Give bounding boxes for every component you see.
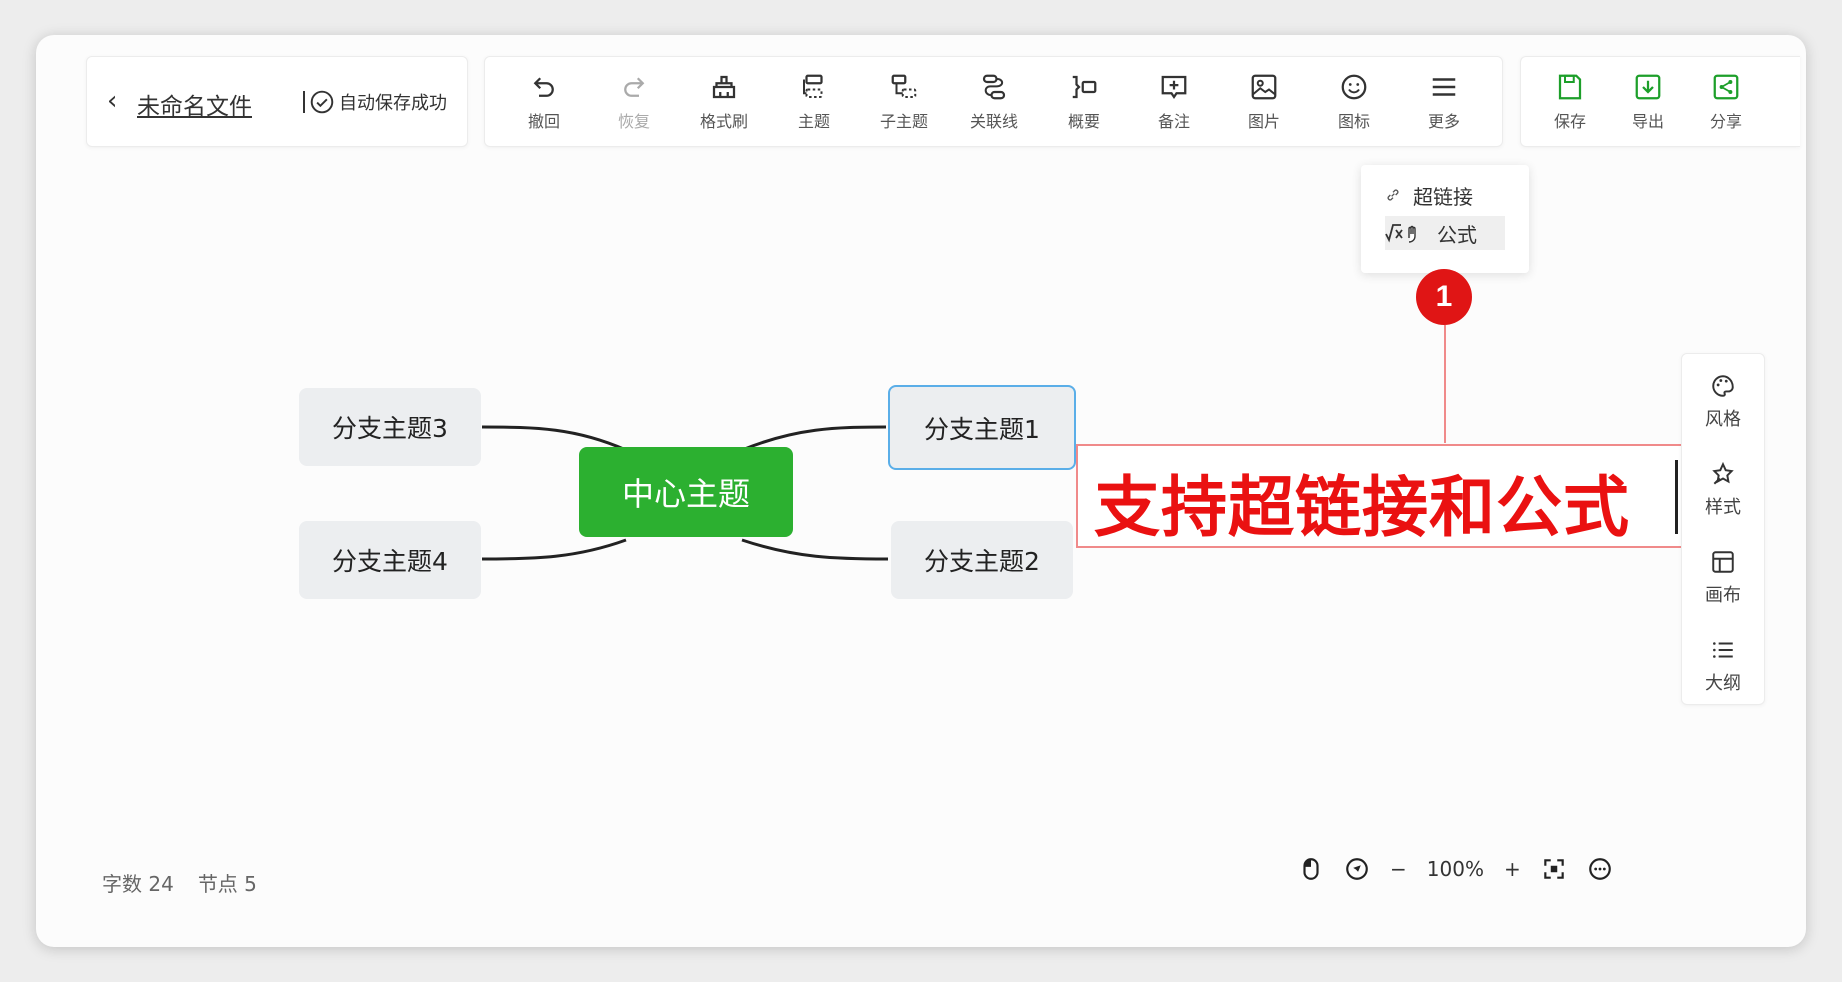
more-horizontal-icon — [1588, 858, 1611, 880]
style-star-icon — [1712, 461, 1734, 485]
central-topic-node[interactable]: 中心主题 — [579, 447, 793, 537]
side-item-label: 样式 — [1705, 497, 1741, 518]
connector-branch-4 — [481, 538, 627, 561]
mouse-icon — [1303, 858, 1319, 880]
word-count-label: 字数 — [102, 872, 142, 896]
app-window: ‹ 未命名文件 自动保存成功 撤回 恢复 格式刷 主题 子主题 关联线 概要 备… — [36, 35, 1806, 947]
side-item-label: 画布 — [1705, 585, 1741, 606]
branch-topic-2[interactable]: 分支主题2 — [891, 521, 1073, 599]
compass-icon — [1346, 858, 1368, 880]
fit-view-button[interactable] — [1541, 856, 1567, 882]
branch-topic-3[interactable]: 分支主题3 — [299, 388, 481, 466]
branch-topic-1[interactable]: 分支主题1 — [888, 385, 1076, 470]
node-count-label: 节点 — [197, 872, 238, 896]
side-item-label: 大纲 — [1705, 673, 1741, 694]
mouse-mode-button[interactable] — [1298, 856, 1324, 882]
list-icon — [1713, 642, 1733, 658]
branch-topic-4[interactable]: 分支主题4 — [299, 521, 481, 599]
side-item-label: 风格 — [1705, 409, 1741, 430]
zoom-toolbar: − 100% + — [1298, 849, 1613, 889]
layout-icon — [1712, 551, 1734, 573]
side-item-theme[interactable]: 风格 — [1682, 362, 1764, 442]
palette-icon — [1712, 375, 1734, 397]
zoom-out-button[interactable]: − — [1390, 857, 1407, 881]
word-count-value: 24 — [148, 872, 174, 896]
more-options-button[interactable] — [1587, 856, 1613, 882]
side-item-outline[interactable]: 大纲 — [1682, 626, 1764, 706]
connector-branch-2 — [741, 538, 889, 561]
node-count: 节点 5 — [198, 868, 257, 897]
side-item-style[interactable]: 样式 — [1682, 450, 1764, 530]
node-count-value: 5 — [244, 872, 257, 896]
side-panel: 风格 样式 画布 大纲 — [1681, 353, 1765, 705]
zoom-in-button[interactable]: + — [1504, 857, 1521, 881]
fit-screen-icon — [1543, 859, 1564, 879]
status-bar: 字数 24 节点 5 — [102, 868, 257, 897]
word-count: 字数 24 — [102, 868, 174, 897]
locate-button[interactable] — [1344, 856, 1370, 882]
side-item-canvas[interactable]: 画布 — [1682, 538, 1764, 618]
zoom-level: 100% — [1426, 857, 1484, 881]
mindmap-connectors — [481, 425, 889, 561]
